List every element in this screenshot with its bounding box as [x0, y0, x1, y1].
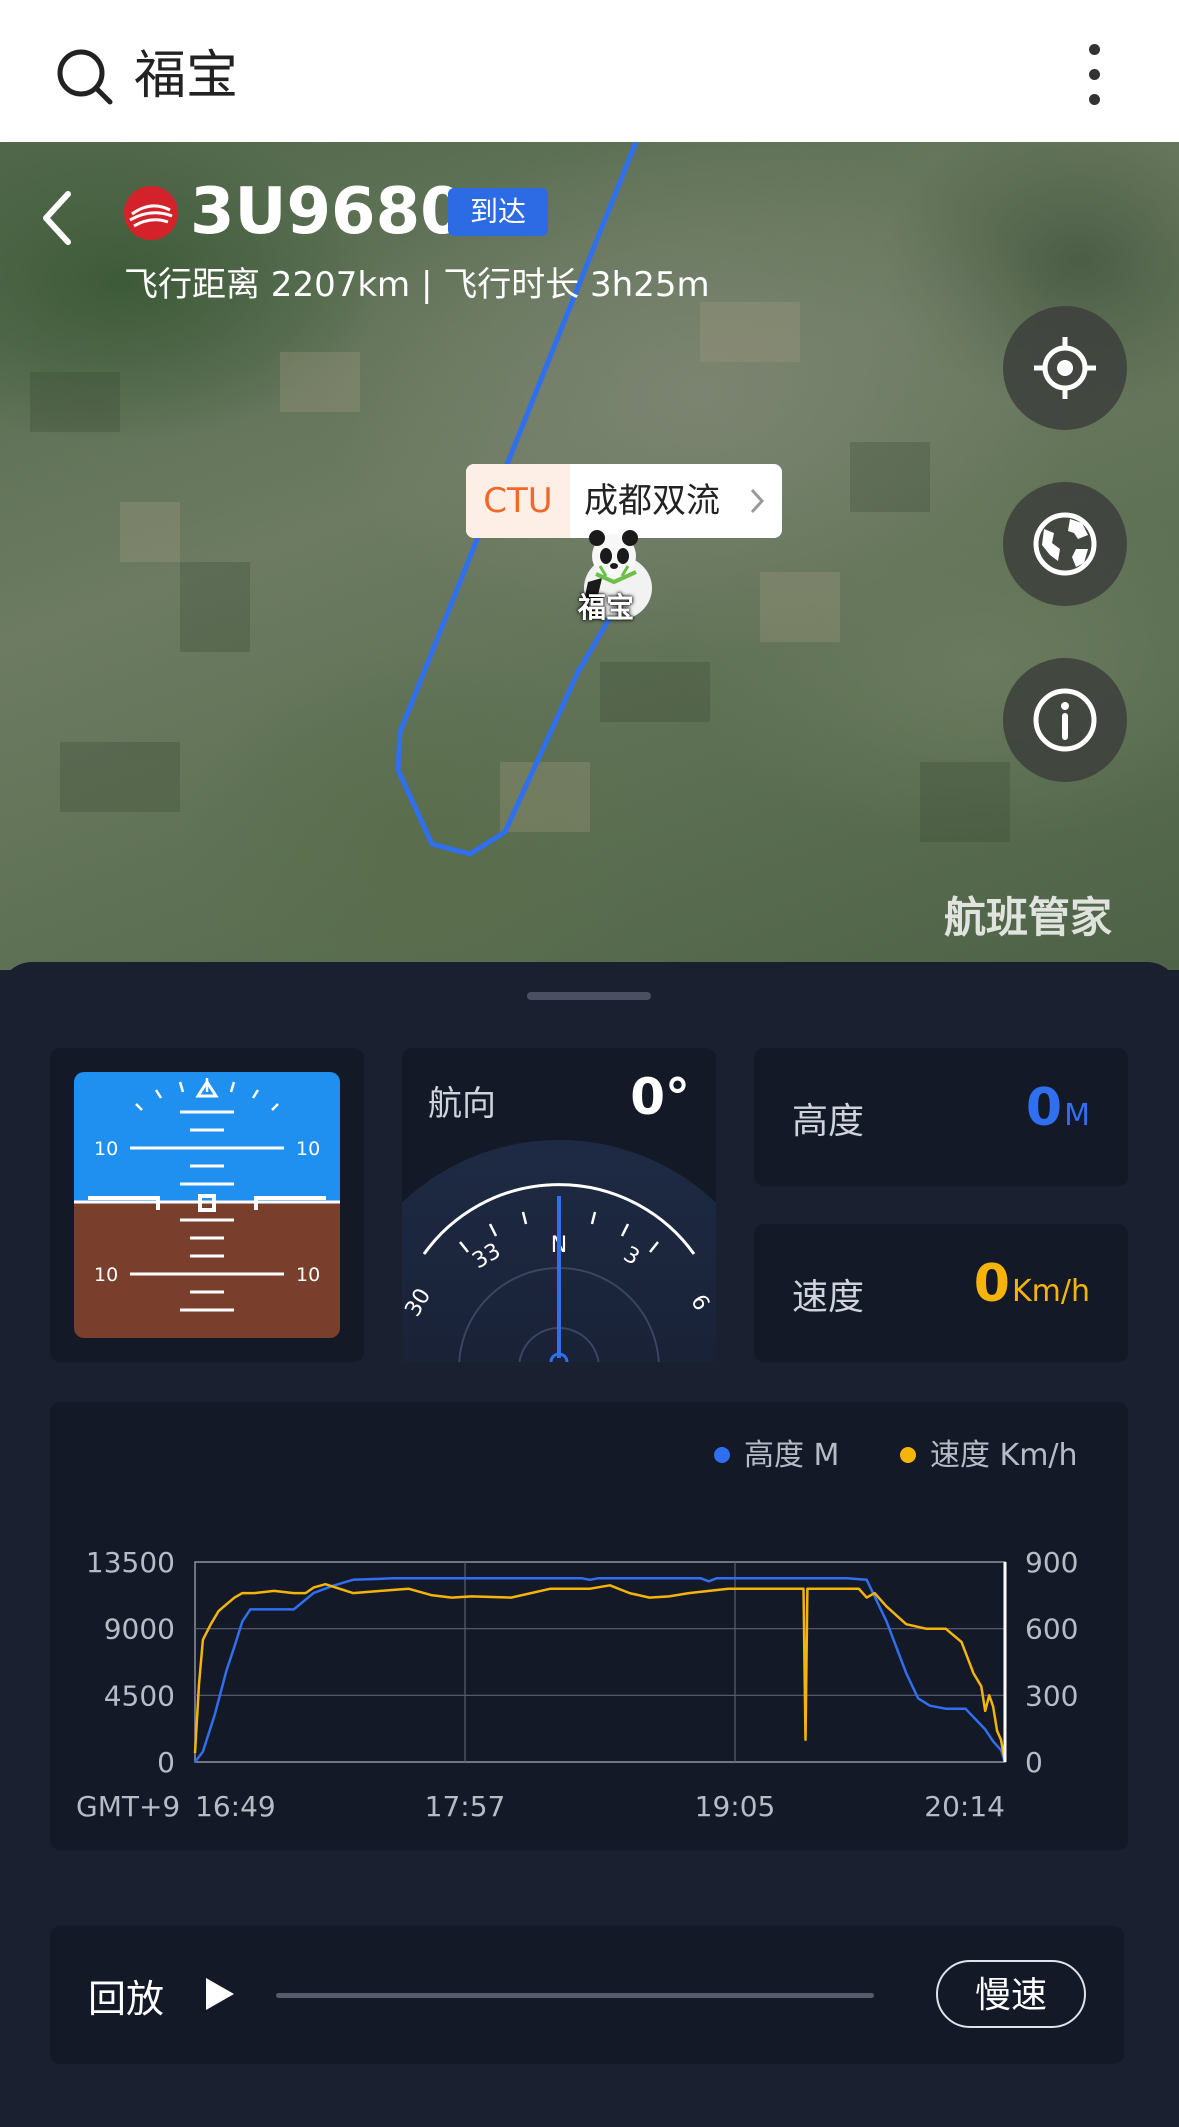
- attitude-indicator: 10 10 10 10: [74, 1072, 340, 1338]
- playback-speed-button[interactable]: 慢速: [936, 1960, 1086, 2028]
- flight-map[interactable]: 3U9680 到达 飞行距离 2207km | 飞行时长 3h25m CTU 成…: [0, 142, 1179, 970]
- altitude-speed-chart-card: 高度 M 速度 Km/h 13500 9000 4500 0 900 600 300 0 GMT…: [50, 1402, 1128, 1850]
- pitch-mark: 10: [296, 1264, 320, 1286]
- heading-card: 航向 0° 30 33 3 6: [402, 1048, 716, 1362]
- heading-value: 0°: [630, 1068, 690, 1126]
- play-icon[interactable]: [202, 1974, 238, 2014]
- info-button[interactable]: [1003, 658, 1127, 782]
- heading-label: 航向: [428, 1084, 496, 1124]
- y-left-tick-label: 9000: [104, 1613, 175, 1646]
- airline-logo: [124, 186, 178, 240]
- y-left-tick-label: 4500: [104, 1679, 175, 1712]
- marker-label: 福宝: [578, 591, 635, 624]
- x-tick-label: 19:05: [695, 1790, 776, 1823]
- y-left-tick-label: 13500: [86, 1546, 175, 1579]
- x-tick-label: 17:57: [425, 1790, 506, 1823]
- speed-series-line: [193, 1582, 1007, 1763]
- flight-distance-duration: 飞行距离 2207km | 飞行时长 3h25m: [124, 265, 710, 305]
- speed-value: 0Km/h: [973, 1254, 1090, 1314]
- locate-button[interactable]: [1003, 306, 1127, 430]
- altitude-speed-chart: 13500 9000 4500 0 900 600 300 0 GMT+9 16:49 17:57 1…: [76, 1546, 1078, 1823]
- airport-code: CTU: [466, 464, 570, 538]
- status-badge: 到达: [448, 188, 548, 236]
- search-icon[interactable]: [56, 48, 114, 106]
- more-menu-icon[interactable]: [1076, 44, 1112, 110]
- y-right-tick-label: 300: [1025, 1679, 1078, 1712]
- x-tick-label: 16:49: [195, 1790, 276, 1823]
- y-right-tick-label: 900: [1025, 1546, 1078, 1579]
- playback-bar: 回放 慢速: [50, 1926, 1124, 2064]
- y-right-tick-label: 600: [1025, 1613, 1078, 1646]
- locate-icon: [1034, 337, 1096, 399]
- search-query[interactable]: 福宝: [134, 40, 238, 112]
- pitch-mark: 10: [94, 1138, 118, 1160]
- altitude-label: 高度: [792, 1101, 865, 1142]
- globe-icon: [1033, 512, 1097, 576]
- playback-label: 回放: [88, 1977, 165, 2021]
- attitude-indicator-card: 10 10 10 10: [50, 1048, 364, 1362]
- speed-card: 速度 0Km/h: [754, 1224, 1128, 1362]
- y-left-tick-label: 0: [157, 1746, 175, 1779]
- search-bar[interactable]: 福宝: [0, 0, 1179, 142]
- flight-details-sheet: 10 10 10 10 航向 0° 30 33 3 6 高度 0M 速度 0Km…: [0, 962, 1179, 2127]
- chevron-right-icon: [750, 488, 765, 514]
- heading-compass: 30 33 N 3 6: [402, 1140, 716, 1362]
- timezone-label: GMT+9: [76, 1790, 180, 1823]
- pitch-mark: 10: [296, 1138, 320, 1160]
- altitude-value: 0M: [1025, 1078, 1090, 1138]
- x-tick-label: 20:14: [924, 1790, 1005, 1823]
- altitude-series-line: [194, 1577, 1007, 1763]
- globe-button[interactable]: [1003, 482, 1127, 606]
- y-right-tick-label: 0: [1025, 1746, 1043, 1779]
- drag-handle[interactable]: [527, 992, 651, 1000]
- info-icon: [1033, 688, 1097, 752]
- playback-progress-track[interactable]: [276, 1993, 874, 1998]
- flight-number: 3U9680: [190, 175, 465, 249]
- watermark-logo: 航班管家: [944, 893, 1113, 942]
- altitude-card: 高度 0M: [754, 1048, 1128, 1186]
- pitch-mark: 10: [94, 1264, 118, 1286]
- back-arrow-icon[interactable]: [36, 186, 80, 250]
- speed-label: 速度: [792, 1277, 865, 1318]
